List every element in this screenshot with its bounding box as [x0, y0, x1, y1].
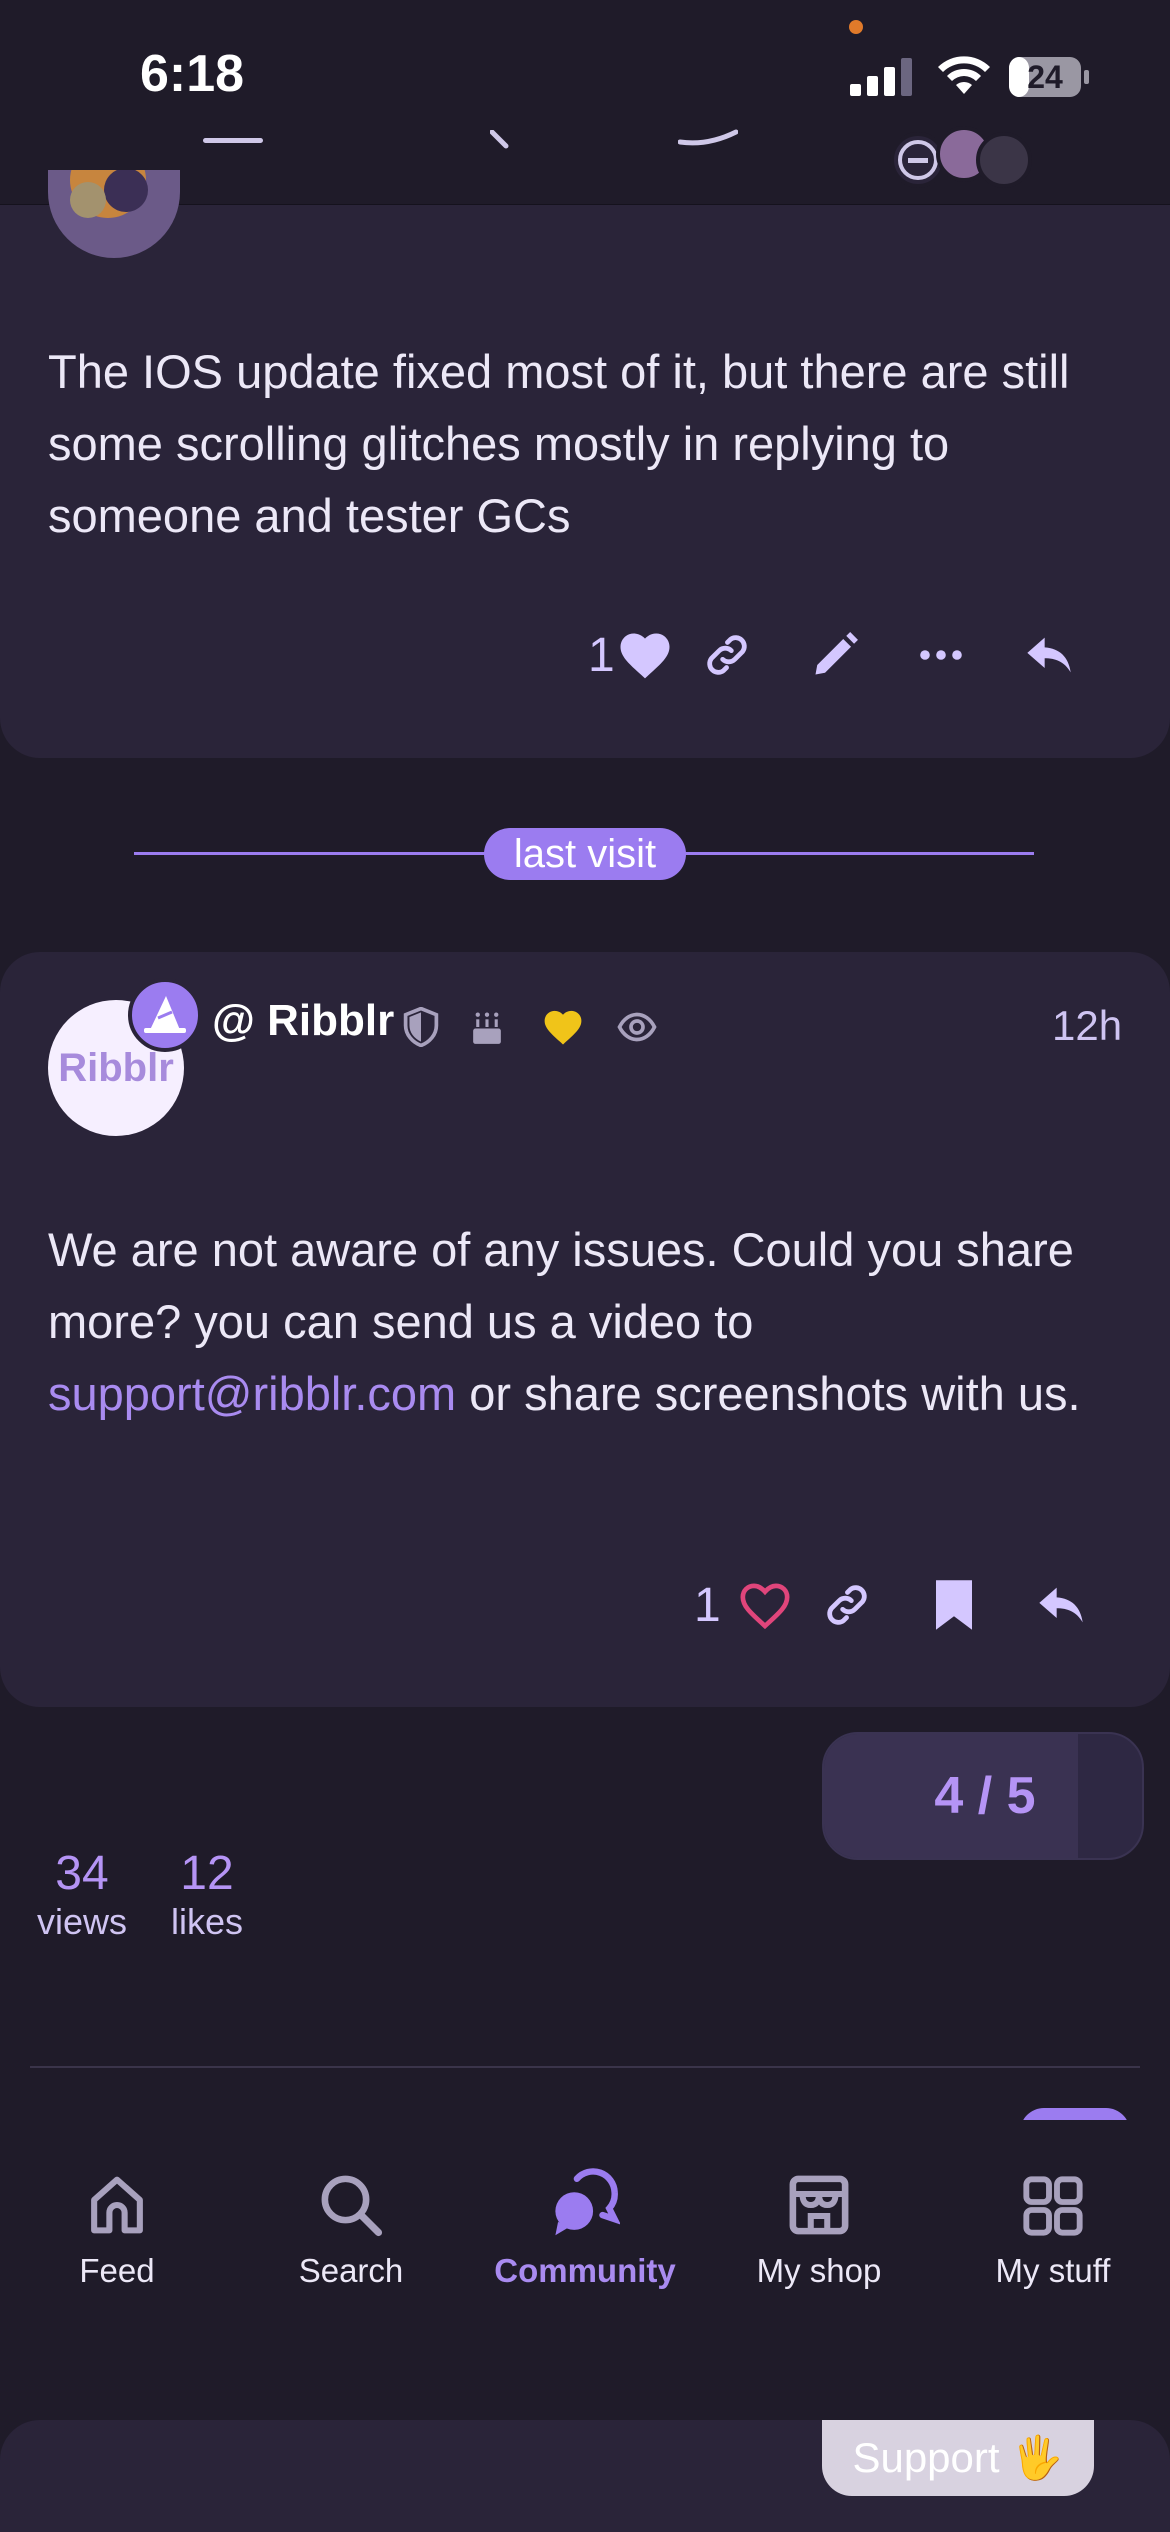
progress-label: 4 / 5 [934, 1767, 1036, 1825]
tab-label: Feed [79, 2252, 155, 2289]
tab-label: Community [494, 2252, 676, 2289]
heart-outline-icon[interactable] [737, 1579, 793, 1631]
post-actions: 1 [588, 622, 1075, 688]
post-body: The IOS update fixed most of it, but the… [48, 345, 1070, 542]
edit-pencil-icon[interactable] [809, 629, 861, 681]
tab-label: Search [298, 2252, 404, 2289]
grid-icon [1023, 2176, 1083, 2236]
like-count: 1 [694, 1578, 721, 1632]
more-options-icon[interactable] [917, 629, 965, 681]
author-badges [402, 1004, 658, 1050]
post-text-before: We are not aware of any issues. Could yo… [48, 1223, 1074, 1348]
menu-icon[interactable] [203, 138, 263, 143]
last-visit-label: last visit [484, 828, 686, 880]
support-email-link[interactable]: support@ribblr.com [48, 1367, 456, 1420]
views-label: views [36, 1901, 128, 1942]
post-body: We are not aware of any issues. Could yo… [48, 1214, 1148, 1430]
likes-label: likes [170, 1901, 244, 1942]
home-icon [91, 2176, 143, 2234]
search-icon [321, 2175, 383, 2237]
battery-level: 24 [1027, 59, 1063, 95]
likes-stat: 12 likes [160, 1846, 254, 1943]
tab-search[interactable]: Search [234, 2166, 468, 2290]
status-time: 6:18 [140, 45, 245, 103]
heart-filled-icon[interactable] [617, 629, 673, 681]
support-button[interactable]: Support 🖐 [822, 2420, 1094, 2496]
wifi-icon [938, 56, 990, 94]
participant-avatars[interactable] [890, 126, 1040, 188]
chat-bubbles-icon [555, 2168, 620, 2236]
avatar [976, 132, 1032, 188]
tab-label: My stuff [995, 2252, 1111, 2289]
gold-heart-icon [542, 1007, 584, 1047]
tab-my-shop[interactable]: My shop [702, 2166, 936, 2290]
views-count: 34 [55, 1847, 109, 1900]
search-icon[interactable] [490, 130, 510, 150]
reply-icon[interactable] [1035, 1579, 1087, 1631]
post-progress-indicator[interactable]: 4 / 5 [822, 1732, 1144, 1860]
link-icon[interactable] [821, 1579, 873, 1631]
link-icon[interactable] [701, 629, 753, 681]
tab-feed[interactable]: Feed [0, 2166, 234, 2290]
views-stat: 34 views [30, 1846, 134, 1943]
content-divider [30, 2066, 1140, 2068]
bookmark-icon[interactable] [931, 1578, 977, 1632]
wizard-hat-badge-icon [128, 978, 202, 1052]
reply-icon[interactable] [1023, 629, 1075, 681]
eye-icon [616, 1007, 658, 1047]
shield-icon [402, 1007, 440, 1047]
camera-indicator-dot [849, 20, 863, 34]
likes-count: 12 [180, 1847, 234, 1900]
post-timestamp: 12h [1052, 1002, 1123, 1049]
shop-icon [789, 2175, 849, 2235]
chat-icon[interactable] [678, 128, 738, 146]
cellular-signal-icon [850, 58, 912, 96]
tab-community[interactable]: Community [468, 2166, 702, 2290]
post-actions: 1 [694, 1572, 1087, 1638]
post-text-after: or share screenshots with us. [456, 1367, 1081, 1420]
like-count: 1 [588, 628, 615, 682]
tab-my-stuff[interactable]: My stuff [936, 2166, 1170, 2290]
author-name[interactable]: @ Ribblr [212, 996, 394, 1046]
tab-label: My shop [756, 2252, 882, 2289]
cake-icon [468, 1007, 506, 1047]
